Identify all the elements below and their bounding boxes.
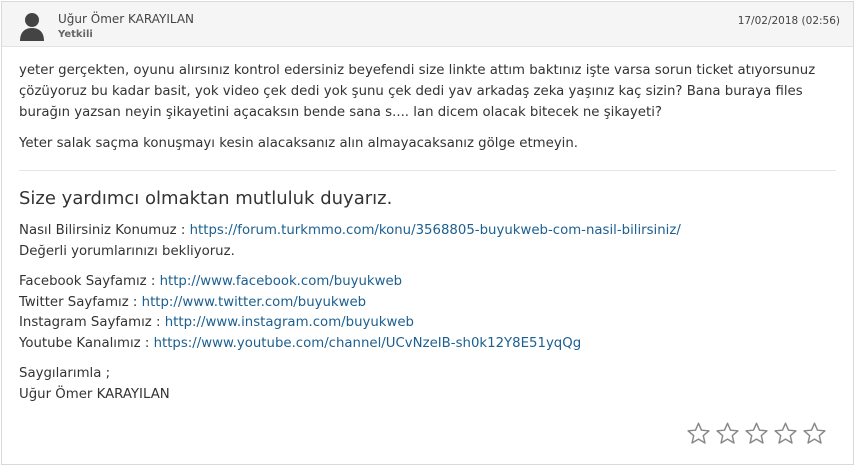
user-icon (20, 13, 44, 41)
signature-divider (19, 170, 836, 171)
rating-stars[interactable] (686, 421, 827, 446)
regards-text: Saygılarımla ; (19, 366, 111, 381)
signature-title: Size yardımcı olmaktan mutluluk duyarız. (19, 188, 393, 209)
ticket-reply: Uğur Ömer KARAYILAN Yetkili 17/02/2018 (… (1, 1, 854, 465)
topic-label: Nasıl Bilirsiniz Konumuz : (19, 223, 190, 238)
facebook-link[interactable]: http://www.facebook.com/buyukweb (160, 274, 403, 289)
instagram-line: Instagram Sayfamız : http://www.instagra… (19, 313, 839, 334)
youtube-label: Youtube Kanalımız : (19, 335, 154, 351)
signer-name: Uğur Ömer KARAYILAN (19, 386, 170, 402)
facebook-line: Facebook Sayfamız : http://www.facebook.… (19, 272, 839, 293)
instagram-link[interactable]: http://www.instagram.com/buyukweb (165, 315, 414, 330)
star-outline-icon[interactable] (802, 421, 827, 446)
youtube-line: Youtube Kanalımız : https://www.youtube.… (19, 334, 839, 355)
topic-line: Nasıl Bilirsiniz Konumuz : https://forum… (19, 221, 839, 242)
signature: Size yardımcı olmaktan mutluluk duyarız.… (19, 188, 839, 405)
author-name: Uğur Ömer KARAYILAN (58, 12, 195, 26)
star-outline-icon[interactable] (686, 421, 711, 446)
message-body: yeter gerçekten, oyunu alırsınız kontrol… (19, 60, 839, 164)
star-outline-icon[interactable] (773, 421, 798, 446)
instagram-label: Instagram Sayfamız : (19, 315, 165, 330)
reply-timestamp: 17/02/2018 (02:56) (737, 15, 840, 27)
facebook-label: Facebook Sayfamız : (19, 274, 160, 289)
message-paragraph: yeter gerçekten, oyunu alırsınız kontrol… (19, 63, 816, 120)
twitter-label: Twitter Sayfamız : (19, 294, 142, 310)
twitter-link[interactable]: http://www.twitter.com/buyukweb (142, 295, 366, 310)
youtube-link[interactable]: https://www.youtube.com/channel/UCvNzeIB… (154, 336, 582, 351)
topic-link[interactable]: https://forum.turkmmo.com/konu/3568805-b… (190, 223, 681, 238)
twitter-line: Twitter Sayfamız : http://www.twitter.co… (19, 293, 839, 314)
author-role: Yetkili (58, 29, 93, 40)
message-paragraph: Yeter salak saçma konuşmayı kesin alacak… (19, 136, 579, 151)
comments-text: Değerli yorumlarınızı bekliyoruz. (19, 243, 235, 259)
reply-header: Uğur Ömer KARAYILAN Yetkili 17/02/2018 (… (2, 2, 853, 47)
star-outline-icon[interactable] (744, 421, 769, 446)
star-outline-icon[interactable] (715, 421, 740, 446)
